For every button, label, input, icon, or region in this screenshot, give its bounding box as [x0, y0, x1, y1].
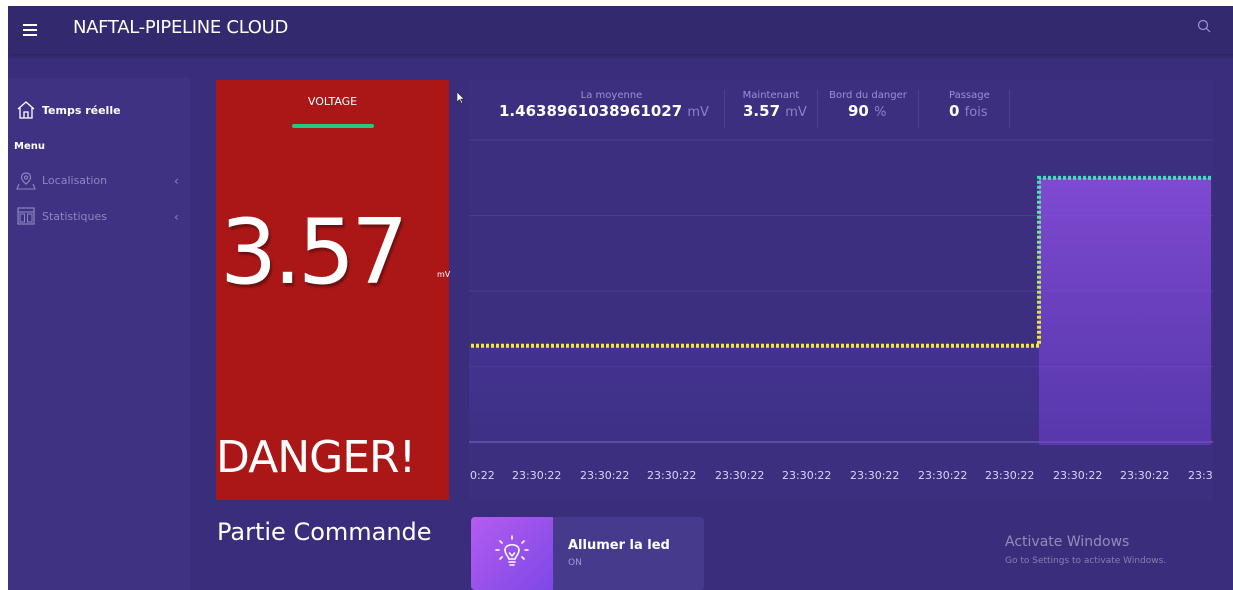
- led-state: ON: [568, 558, 582, 568]
- x-tick-label: 23:30:22: [850, 469, 899, 482]
- x-tick-label: 23:30:22: [1120, 469, 1169, 482]
- sidebar-heading: Menu: [14, 141, 45, 152]
- chevron-left-icon[interactable]: ‹: [174, 174, 179, 188]
- x-tick-label: 23:30:22: [715, 469, 764, 482]
- section-title: Partie Commande: [217, 518, 432, 546]
- sidebar-item-statistiques[interactable]: Statistiques: [16, 206, 107, 226]
- led-label: Allumer la led: [568, 538, 670, 553]
- x-tick-label: 23:30:22: [580, 469, 629, 482]
- series-area-high: [1039, 177, 1211, 445]
- led-toggle-card[interactable]: Allumer la led ON: [471, 517, 704, 590]
- chevron-left-icon[interactable]: ‹: [174, 210, 179, 224]
- hamburger-menu-icon[interactable]: [23, 24, 37, 36]
- columns-icon: [17, 207, 35, 225]
- x-tick-label: 23:30:22: [512, 469, 561, 482]
- top-bar: NAFTAL-PIPELINE CLOUD: [8, 6, 1233, 54]
- windows-watermark-title: Activate Windows: [1005, 534, 1130, 550]
- x-tick-label: 23:3: [1188, 469, 1213, 482]
- series-area-low: [469, 345, 1039, 445]
- sidebar-item-temps-reelle[interactable]: Temps réelle: [16, 100, 121, 120]
- map-location-icon: [16, 172, 36, 190]
- led-icon-box: [471, 517, 553, 590]
- voltage-indicator-bar: [292, 124, 374, 128]
- sidebar-item-localisation[interactable]: Localisation: [16, 170, 107, 190]
- sidebar-item-label: Statistiques: [42, 209, 107, 223]
- stat-label: Passage: [949, 90, 990, 101]
- stat-value: 3.57 mV: [743, 102, 807, 120]
- windows-watermark-subtitle: Go to Settings to activate Windows.: [1005, 556, 1167, 566]
- stat-passage: Passage 0 fois: [919, 90, 1010, 128]
- voltage-unit: mV: [437, 270, 451, 279]
- x-tick-label: 23:30:22: [647, 469, 696, 482]
- stat-value: 0 fois: [949, 102, 988, 120]
- stat-label: Bord du danger: [829, 90, 907, 101]
- danger-status: DANGER!: [216, 432, 416, 483]
- x-tick-label: 23:30:22: [1053, 469, 1102, 482]
- stat-label: Maintenant: [742, 90, 800, 101]
- sidebar-item-label: Localisation: [42, 173, 108, 187]
- app-frame: NAFTAL-PIPELINE CLOUD Temps réelle Menu …: [8, 6, 1233, 590]
- sidebar: Temps réelle Menu Localisation ‹ Statist…: [8, 78, 190, 590]
- stat-danger-edge: Bord du danger 90 %: [818, 90, 919, 128]
- x-tick-label: 23:30:22: [918, 469, 967, 482]
- x-tick-label: 0:22: [470, 469, 495, 482]
- chart-card: 0:22 23:30:22 23:30:22 23:30:22 23:30:22 23:3…: [469, 80, 1213, 500]
- stats-bar: La moyenne 1.4638961038961027 mV Mainten…: [469, 90, 1213, 130]
- stat-value: 90 %: [848, 102, 887, 120]
- search-icon[interactable]: [1196, 18, 1212, 34]
- lightbulb-icon: [495, 535, 529, 566]
- mouse-pointer-icon: [457, 92, 465, 104]
- voltage-card: VOLTAGE 3.57 mV DANGER!: [216, 80, 451, 500]
- app-title: NAFTAL-PIPELINE CLOUD: [73, 17, 289, 38]
- x-tick-label: 23:30:22: [782, 469, 831, 482]
- voltage-title: VOLTAGE: [307, 95, 358, 108]
- stat-average: La moyenne 1.4638961038961027 mV: [499, 90, 725, 128]
- stat-label: La moyenne: [580, 90, 643, 101]
- sidebar-item-label: Temps réelle: [42, 103, 121, 117]
- voltage-value: 3.57: [220, 200, 408, 305]
- stat-current: Maintenant 3.57 mV: [725, 90, 818, 128]
- voltage-chart: 0:22 23:30:22 23:30:22 23:30:22 23:30:22 23:3…: [469, 135, 1213, 500]
- x-tick-label: 23:30:22: [985, 469, 1034, 482]
- home-icon: [17, 101, 35, 119]
- stat-value: 1.4638961038961027 mV: [499, 102, 709, 120]
